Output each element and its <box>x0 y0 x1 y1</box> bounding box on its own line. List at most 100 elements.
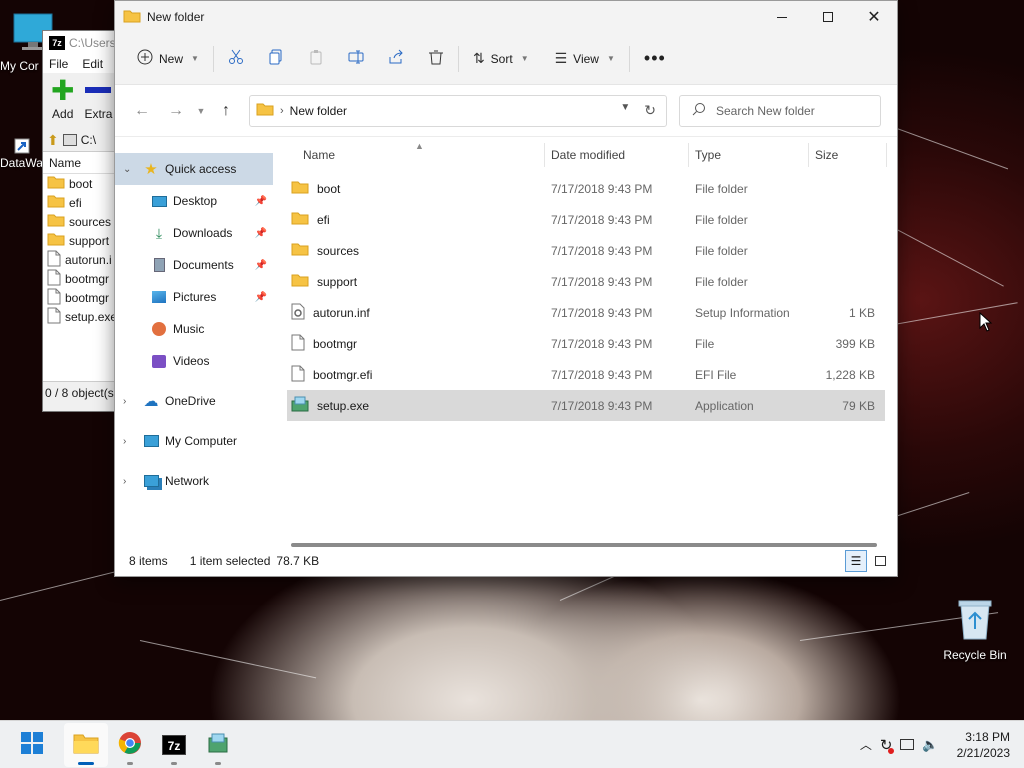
file-row[interactable]: support 7/17/2018 9:43 PM File folder <box>287 266 885 297</box>
nav-music[interactable]: Music <box>115 313 273 345</box>
nav-documents[interactable]: Documents 📌 <box>115 249 273 281</box>
search-input[interactable] <box>716 103 876 118</box>
nav-pictures[interactable]: Pictures 📌 <box>115 281 273 313</box>
cut-button[interactable] <box>220 41 252 77</box>
column-header-size[interactable]: Size <box>809 143 887 167</box>
breadcrumb-chevron-icon[interactable]: › <box>280 105 284 117</box>
file-row[interactable]: bootmgr.efi 7/17/2018 9:43 PM EFI File 1,22… <box>287 359 885 390</box>
list-item-label: sources <box>69 214 112 229</box>
file-row[interactable]: autorun.inf 7/17/2018 9:43 PM Setup Inform… <box>287 297 885 328</box>
large-icons-view-button[interactable] <box>869 550 891 572</box>
file-size: 1,228 KB <box>825 367 875 382</box>
taskbar-file-explorer[interactable] <box>64 722 108 767</box>
file-list[interactable]: Name ▲ Date modified Type Size boot 7/17/… <box>273 139 897 547</box>
sort-icon: ⇅ <box>472 50 485 66</box>
breadcrumb-new-folder[interactable]: New folder <box>290 104 347 118</box>
folder-icon <box>47 175 65 192</box>
chevron-right-icon[interactable]: › <box>123 396 137 407</box>
nav-desktop[interactable]: Desktop 📌 <box>115 185 273 217</box>
more-options-button[interactable]: ••• <box>636 41 674 77</box>
sort-button[interactable]: ⇅ Sort ▼ <box>465 41 537 77</box>
rename-icon <box>348 49 364 68</box>
7zip-app-icon: 7z <box>49 36 65 50</box>
search-box[interactable] <box>679 94 881 127</box>
address-bar[interactable]: › New folder ▼ ↻ <box>249 94 667 127</box>
nav-videos[interactable]: Videos <box>115 345 273 377</box>
file-row[interactable]: setup.exe 7/17/2018 9:43 PM Application 79 … <box>287 390 885 421</box>
volume-icon[interactable]: 🔈 <box>922 737 938 753</box>
paste-button[interactable] <box>300 41 332 77</box>
refresh-icon[interactable]: ↻ <box>644 102 656 119</box>
column-header-name[interactable]: Name ▲ <box>287 141 545 167</box>
taskbar-7zip[interactable]: 7z <box>152 723 196 767</box>
nav-my-computer-label: My Computer <box>165 434 238 448</box>
desktop-icon-recycle-bin[interactable]: Recycle Bin <box>940 597 1010 662</box>
recent-locations-button[interactable]: ▼ <box>191 96 211 126</box>
file-name-cell: setup.exe <box>287 396 545 415</box>
file-date: 7/17/2018 9:43 PM <box>551 243 653 258</box>
chrome-icon <box>118 731 142 758</box>
share-button[interactable] <box>380 41 412 77</box>
chevron-down-icon[interactable]: ⌄ <box>123 164 137 175</box>
folder-icon <box>291 242 309 259</box>
nav-downloads[interactable]: ⤓ Downloads 📌 <box>115 217 273 249</box>
file-icon <box>291 334 305 354</box>
search-icon <box>692 102 706 119</box>
file-row[interactable]: sources 7/17/2018 9:43 PM File folder <box>287 235 885 266</box>
nav-onedrive[interactable]: › ☁ OneDrive <box>115 385 273 417</box>
7zip-extract-button[interactable]: Extra <box>84 77 112 125</box>
clock-time: 3:18 PM <box>965 729 1010 744</box>
taskbar: 7z ︿ ↻ 🔈 3:18 PM 2/21/2023 <box>0 720 1024 768</box>
minimize-button[interactable] <box>759 1 805 33</box>
address-dropdown-icon[interactable]: ▼ <box>620 102 630 119</box>
file-row[interactable]: boot 7/17/2018 9:43 PM File folder <box>287 173 885 204</box>
column-header-date[interactable]: Date modified <box>545 143 689 167</box>
clock[interactable]: 3:18 PM 2/21/2023 <box>957 729 1010 761</box>
taskbar-setup[interactable] <box>196 723 240 767</box>
chevron-down-icon: ▼ <box>191 54 199 63</box>
nav-network[interactable]: › Network <box>115 465 273 497</box>
status-bar: 8 items 1 item selected 78.7 KB ☰ <box>115 546 897 576</box>
forward-button[interactable]: → <box>161 96 191 126</box>
rename-button[interactable] <box>340 41 372 77</box>
nav-quick-access[interactable]: ⌄ ★ Quick access <box>115 153 273 185</box>
network-status-icon[interactable] <box>900 739 915 750</box>
details-view-button[interactable]: ☰ <box>845 550 867 572</box>
7zip-add-button[interactable]: ✚ Add <box>51 77 74 125</box>
maximize-button[interactable] <box>805 1 851 33</box>
computer-icon <box>143 433 159 449</box>
nav-desktop-label: Desktop <box>173 194 218 208</box>
delete-button[interactable] <box>420 41 452 77</box>
new-button[interactable]: New ▼ <box>129 41 207 77</box>
maximize-icon <box>823 12 833 22</box>
nav-videos-label: Videos <box>173 354 210 368</box>
copy-button[interactable] <box>260 41 292 77</box>
back-button[interactable]: ← <box>127 96 157 126</box>
file-row[interactable]: bootmgr 7/17/2018 9:43 PM File 399 KB <box>287 328 885 359</box>
file-explorer-window[interactable]: New folder ✕ New ▼ ⇅ Sort ▼ ☰ View ▼ •••… <box>114 0 898 577</box>
file-type: Setup Information <box>695 305 790 320</box>
view-button[interactable]: ☰ View ▼ <box>547 41 623 77</box>
column-date-label: Date modified <box>551 148 626 162</box>
file-icon <box>291 365 305 385</box>
close-button[interactable]: ✕ <box>851 1 897 33</box>
chevron-right-icon[interactable]: › <box>123 476 137 487</box>
folder-icon <box>123 9 141 26</box>
title-bar[interactable]: New folder ✕ <box>115 1 897 33</box>
chevron-up-icon[interactable]: ︿ <box>860 736 872 753</box>
chevron-right-icon[interactable]: › <box>123 436 137 447</box>
sync-alert-icon[interactable]: ↻ <box>880 736 895 754</box>
file-icon <box>47 250 61 270</box>
7zip-menu-file[interactable]: File <box>49 57 68 71</box>
7zip-menu-edit[interactable]: Edit <box>82 57 103 71</box>
folder-icon <box>291 211 309 228</box>
taskbar-chrome[interactable] <box>108 723 152 767</box>
shortcut-icon <box>12 138 32 154</box>
column-header-type[interactable]: Type <box>689 143 809 167</box>
pin-icon: 📌 <box>254 227 267 239</box>
up-button[interactable]: ↑ <box>211 96 241 126</box>
nav-my-computer[interactable]: › My Computer <box>115 425 273 457</box>
start-button[interactable] <box>10 723 54 767</box>
column-size-label: Size <box>815 148 839 162</box>
file-row[interactable]: efi 7/17/2018 9:43 PM File folder <box>287 204 885 235</box>
